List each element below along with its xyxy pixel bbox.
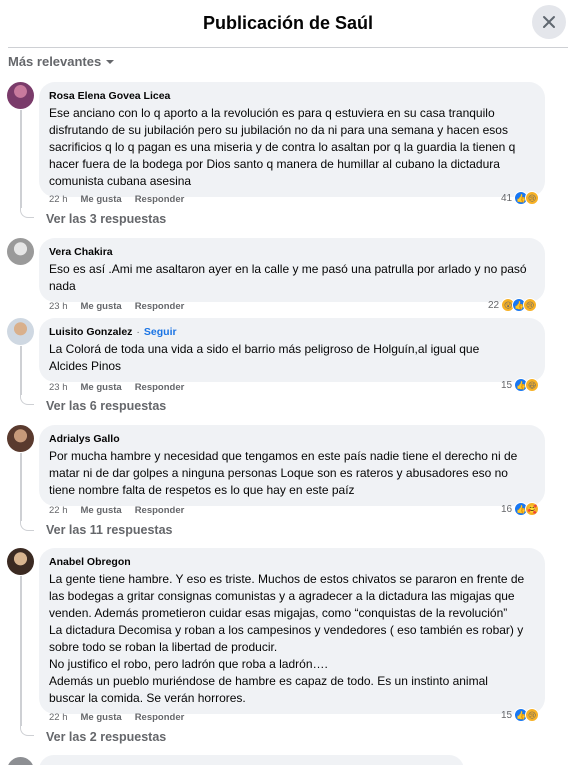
comment-bubble: Rosa Elena Govea Licea Ese anciano con l… — [39, 82, 545, 197]
care-reaction-icon: 🥰 — [525, 502, 540, 516]
comment-text: Ese anciano con lo q aporto a la revoluc… — [49, 106, 516, 188]
thread-hook — [20, 208, 34, 218]
comment-time[interactable]: 23 h — [49, 301, 68, 312]
comment-actions: 22 h Me gusta Responder — [49, 192, 184, 206]
view-replies-link[interactable]: Ver las 11 respuestas — [46, 523, 172, 537]
reply-button[interactable]: Responder — [135, 712, 185, 723]
reaction-summary[interactable]: 41 👍 😢 — [501, 191, 540, 205]
reaction-summary[interactable]: 16 👍 🥰 — [501, 502, 540, 516]
comment-author[interactable]: Vera Chakira — [49, 246, 113, 258]
comment-author[interactable]: Rosa Elena Govea Licea — [49, 90, 170, 102]
comment-time[interactable]: 22 h — [49, 505, 68, 516]
dialog-header: Publicación de Saúl — [0, 0, 576, 46]
reply-button[interactable]: Responder — [135, 382, 185, 393]
avatar[interactable] — [7, 238, 34, 265]
follow-button[interactable]: Seguir — [144, 326, 177, 338]
view-replies-link[interactable]: Ver las 2 respuestas — [46, 730, 166, 744]
reply-button[interactable]: Responder — [135, 301, 185, 312]
thread-hook — [20, 395, 34, 405]
thread-hook — [20, 521, 34, 531]
comment-bubble: Adrialys Gallo Por mucha hambre y necesi… — [39, 425, 545, 506]
close-button[interactable] — [532, 5, 566, 39]
comment-author[interactable]: Adrialys Gallo — [49, 433, 120, 445]
reply-button[interactable]: Responder — [135, 194, 185, 205]
comment-bubble: Luisito Gonzalez · Seguir La Colorá de t… — [39, 318, 545, 382]
comment-bubble: Vera Chakira Eso es así .Ami me asaltaro… — [39, 238, 545, 302]
like-button[interactable]: Me gusta — [81, 382, 122, 393]
comment-time[interactable]: 23 h — [49, 382, 68, 393]
view-replies-link[interactable]: Ver las 6 respuestas — [46, 399, 166, 413]
chevron-down-icon — [106, 59, 115, 64]
sort-dropdown[interactable]: Más relevantes — [8, 54, 115, 69]
comment-text: Eso es así .Ami me asaltaron ayer en la … — [49, 262, 527, 293]
header-divider — [8, 47, 568, 48]
sad-reaction-icon: 😢 — [525, 191, 540, 205]
comment-text: La gente tiene hambre. Y eso es triste. … — [49, 572, 525, 705]
thread-line — [20, 453, 22, 521]
avatar[interactable] — [7, 548, 34, 575]
comment-bubble — [39, 755, 464, 765]
sad-reaction-icon: 😢 — [523, 298, 538, 312]
like-button[interactable]: Me gusta — [81, 505, 122, 516]
comment-actions: 23 h Me gusta Responder — [49, 299, 184, 313]
reaction-summary[interactable]: 15 👍 😆 — [501, 378, 540, 392]
thread-line — [20, 110, 22, 208]
avatar[interactable] — [7, 318, 34, 345]
reaction-count: 15 — [501, 709, 513, 721]
comment-text: Por mucha hambre y necesidad que tengamo… — [49, 449, 518, 497]
reaction-count: 22 — [488, 299, 500, 311]
like-button[interactable]: Me gusta — [81, 712, 122, 723]
thread-hook — [20, 726, 34, 736]
avatar[interactable] — [7, 757, 34, 765]
reaction-count: 41 — [501, 192, 513, 204]
comment-author[interactable]: Luisito Gonzalez — [49, 326, 132, 338]
thread-line — [20, 346, 22, 395]
comment-actions: 23 h Me gusta Responder — [49, 380, 184, 394]
reaction-count: 16 — [501, 503, 513, 515]
close-icon — [543, 16, 555, 28]
reaction-summary[interactable]: 22 😮 👍 😢 — [488, 298, 538, 312]
avatar[interactable] — [7, 82, 34, 109]
comment-bubble: Anabel Obregon La gente tiene hambre. Y … — [39, 548, 545, 714]
sad-reaction-icon: 😢 — [525, 708, 540, 722]
comment-actions: 22 h Me gusta Responder — [49, 503, 184, 517]
comment-author[interactable]: Anabel Obregon — [49, 556, 131, 568]
comment-text: La Colorá de toda una vida a sido el bar… — [49, 342, 480, 373]
like-button[interactable]: Me gusta — [81, 301, 122, 312]
comment-time[interactable]: 22 h — [49, 712, 68, 723]
view-replies-link[interactable]: Ver las 3 respuestas — [46, 212, 166, 226]
sort-label: Más relevantes — [8, 54, 102, 69]
reaction-count: 15 — [501, 379, 513, 391]
dialog-title: Publicación de Saúl — [202, 12, 374, 33]
haha-reaction-icon: 😆 — [525, 378, 540, 392]
separator-dot: · — [136, 325, 140, 338]
avatar[interactable] — [7, 425, 34, 452]
thread-line — [20, 576, 22, 726]
comment-time[interactable]: 22 h — [49, 194, 68, 205]
comment-actions: 22 h Me gusta Responder — [49, 710, 184, 724]
like-button[interactable]: Me gusta — [81, 194, 122, 205]
reaction-summary[interactable]: 15 👍 😢 — [501, 708, 540, 722]
reply-button[interactable]: Responder — [135, 505, 185, 516]
